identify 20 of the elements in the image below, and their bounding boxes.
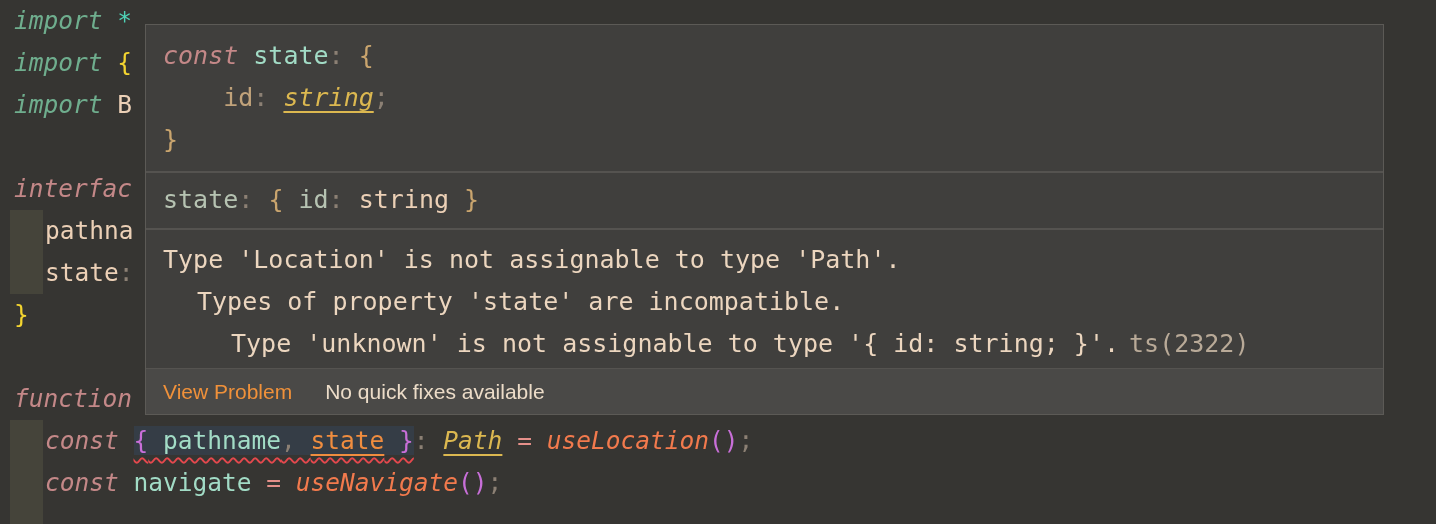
code-line: import {: [14, 47, 133, 79]
error-message: Types of property 'state' are incompatible.: [197, 286, 845, 316]
code-line: import B: [14, 89, 133, 121]
error-message: Type 'Location' is not assignable to type 'Path'.: [163, 244, 901, 274]
declaration-line: id: string;: [222, 82, 389, 114]
code-line: function: [14, 383, 132, 415]
code-line: interfac: [14, 173, 132, 205]
error-code: ts(2322): [1129, 328, 1250, 358]
code-line: pathna: [45, 215, 134, 247]
quick-fix-note: No quick fixes available: [325, 379, 545, 404]
declaration-line: const state: {: [163, 40, 374, 72]
code-line: }: [14, 299, 29, 331]
view-problem-link[interactable]: View Problem: [163, 379, 293, 404]
code-line: const { pathname, state }: Path = useLocation();: [45, 425, 754, 457]
declaration-line: }: [163, 124, 179, 156]
code-line: const navigate = useNavigate();: [45, 467, 503, 499]
code-line: import *: [14, 5, 133, 37]
error-message: Type 'unknown' is not assignable to type '{ id: string; }'.: [231, 328, 1120, 358]
code-line: state:: [45, 257, 134, 289]
type-signature: state: { id: string }: [163, 184, 480, 216]
